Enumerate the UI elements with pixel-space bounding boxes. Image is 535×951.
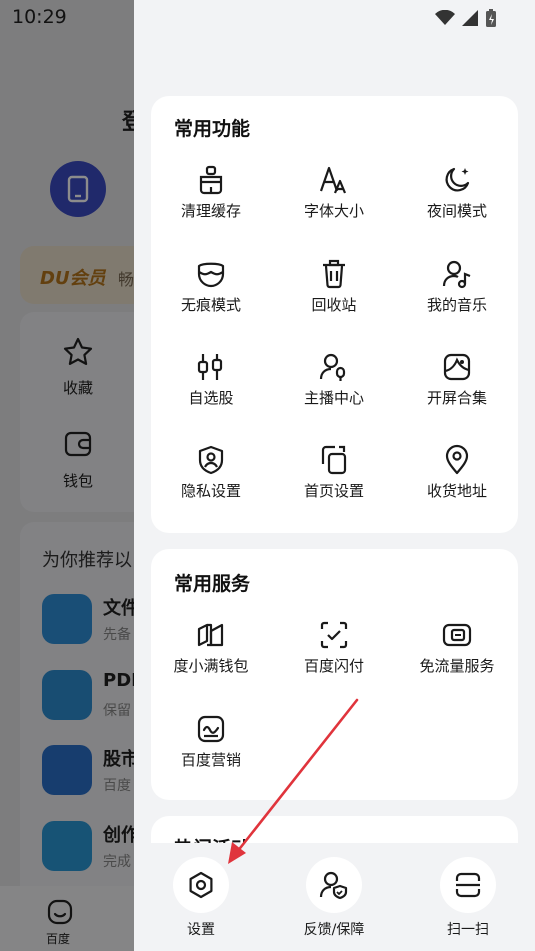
scan-check-icon [320, 621, 348, 649]
settings-button[interactable]: 设置 [151, 857, 251, 939]
font-size-button[interactable]: 字体大小 [273, 164, 395, 221]
anchor-center-button[interactable]: 主播中心 [273, 351, 395, 408]
scan-icon [455, 872, 481, 898]
wallet-fold-icon [197, 623, 224, 647]
marketing-chart-icon [197, 715, 225, 743]
mask-icon [197, 262, 225, 288]
signal-icon [462, 10, 478, 26]
settings-gear-icon [189, 871, 213, 899]
baidu-marketing-button[interactable]: 百度营销 [150, 713, 272, 770]
feedback-button[interactable]: 反馈/保障 [284, 857, 384, 939]
drawer-panel: 常用功能 清理缓存 字体大小 夜间模式 无痕模式 回收站 我的音乐 自选股 主播… [134, 0, 535, 951]
location-pin-icon [445, 444, 469, 475]
data-card-icon [442, 623, 472, 647]
recycle-bin-button[interactable]: 回收站 [273, 258, 395, 315]
splash-collection-button[interactable]: 开屏合集 [396, 351, 518, 408]
free-data-service-button[interactable]: 免流量服务 [396, 619, 518, 676]
homepage-settings-icon [321, 445, 347, 475]
scan-button[interactable]: 扫一扫 [418, 857, 518, 939]
common-functions-title: 常用功能 [174, 118, 251, 140]
trash-icon [323, 259, 345, 289]
sliders-icon [197, 354, 223, 380]
common-services-card: 常用服务 度小满钱包 百度闪付 免流量服务 百度营销 [151, 549, 518, 800]
music-user-icon [442, 260, 471, 289]
image-collection-icon [443, 353, 471, 381]
night-mode-button[interactable]: 夜间模式 [396, 164, 518, 221]
my-music-button[interactable]: 我的音乐 [396, 258, 518, 315]
clean-cache-button[interactable]: 清理缓存 [150, 164, 272, 221]
status-icons [435, 8, 497, 28]
shipping-address-button[interactable]: 收货地址 [396, 444, 518, 501]
watchlist-stocks-button[interactable]: 自选股 [150, 351, 272, 408]
baidu-quickpay-button[interactable]: 百度闪付 [273, 619, 395, 676]
wifi-icon [435, 10, 455, 25]
common-functions-card: 常用功能 清理缓存 字体大小 夜间模式 无痕模式 回收站 我的音乐 自选股 主播… [151, 96, 518, 533]
common-services-title: 常用服务 [174, 573, 251, 595]
homepage-settings-button[interactable]: 首页设置 [273, 444, 395, 501]
incognito-mode-button[interactable]: 无痕模式 [150, 258, 272, 315]
feedback-shield-icon [319, 871, 348, 900]
broom-clean-icon [199, 165, 223, 195]
moon-icon [445, 167, 470, 192]
duxiaoman-wallet-button[interactable]: 度小满钱包 [150, 619, 272, 676]
privacy-shield-icon [198, 445, 224, 475]
font-size-icon [319, 166, 347, 194]
anchor-mic-icon [319, 353, 346, 381]
drawer-bottom-bar: 设置 反馈/保障 扫一扫 [134, 843, 535, 951]
battery-icon [486, 9, 496, 27]
privacy-settings-button[interactable]: 隐私设置 [150, 444, 272, 501]
